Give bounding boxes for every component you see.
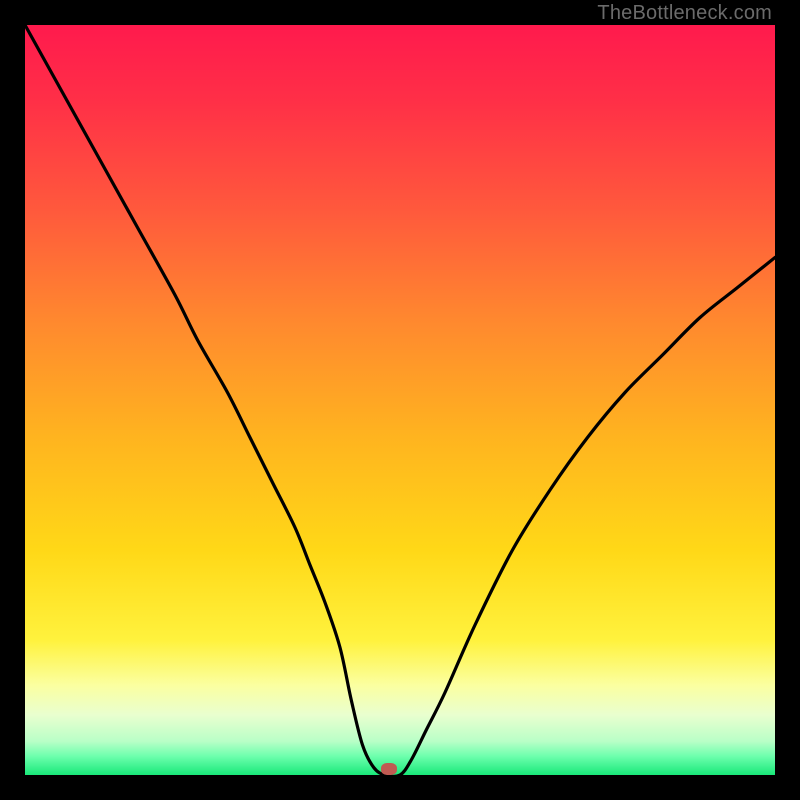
outer-frame: TheBottleneck.com: [0, 0, 800, 800]
optimal-marker-icon: [381, 763, 397, 775]
plot-area: [25, 25, 775, 775]
watermark-text: TheBottleneck.com: [597, 2, 772, 25]
bottleneck-curve: [25, 25, 775, 775]
